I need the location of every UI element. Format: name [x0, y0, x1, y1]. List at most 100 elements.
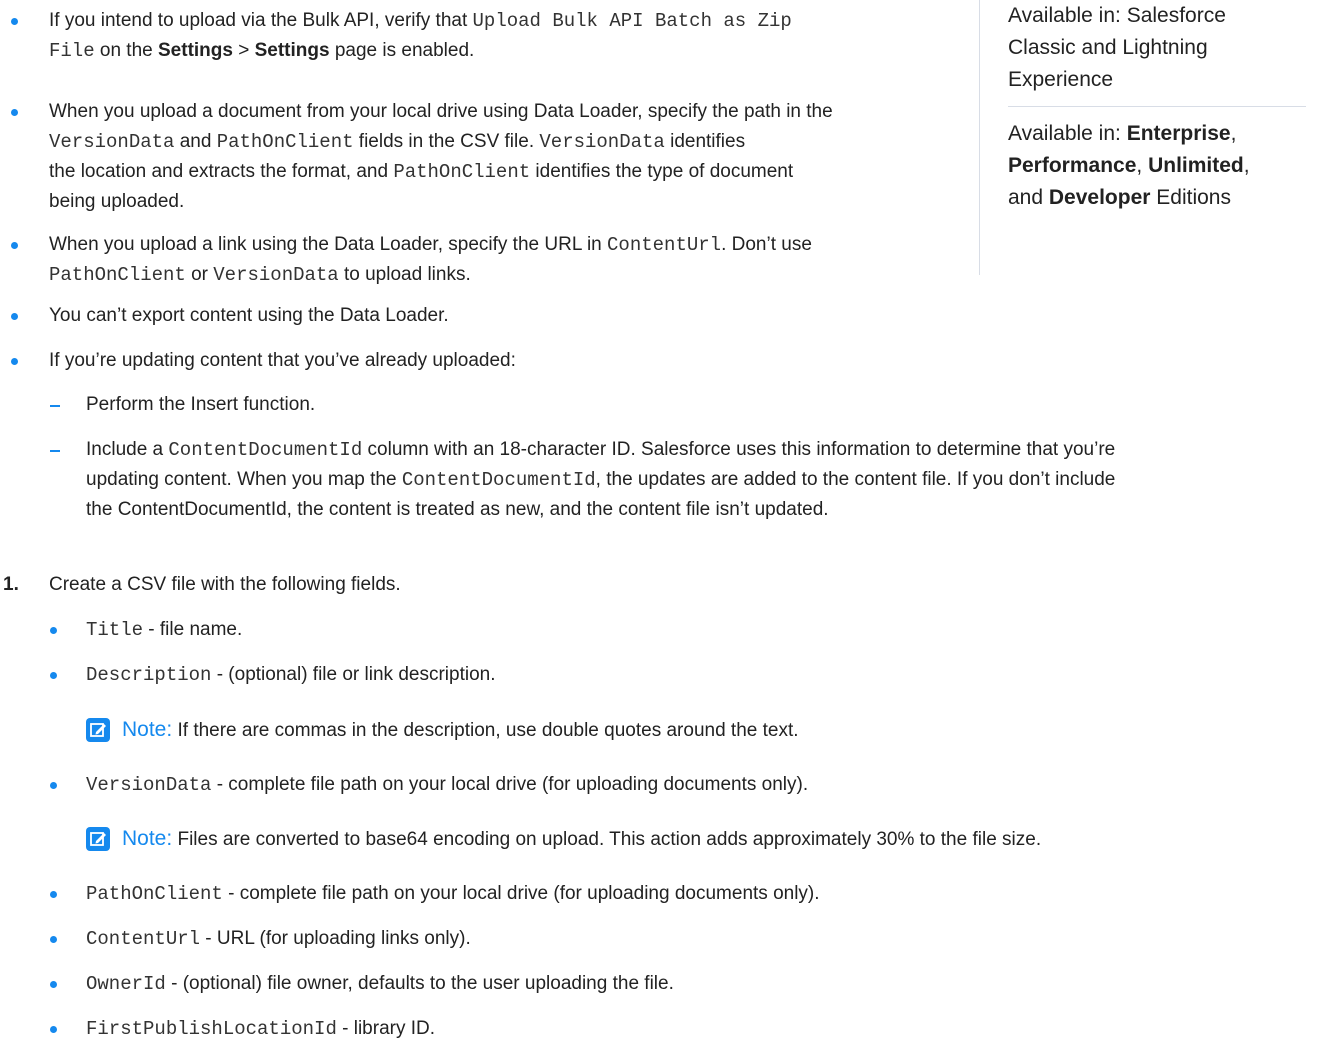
code-contentdocumentid: ContentDocumentId: [401, 469, 596, 491]
bullet-icon: [11, 109, 18, 116]
code-versiondata: VersionData: [539, 131, 665, 153]
sidebar-divider: [1008, 106, 1306, 107]
text: column with an 18-character ID. Salesfor…: [362, 439, 1116, 460]
code-setting-name: Upload Bulk API Batch as Zip: [472, 10, 792, 32]
text: fields in the CSV file.: [353, 131, 540, 152]
note-label: Note:: [122, 827, 173, 850]
text: identifies the type of document: [530, 161, 794, 182]
text: being uploaded.: [49, 191, 185, 212]
bullet-icon: [50, 981, 57, 988]
and-text: and: [1008, 186, 1049, 209]
code-field: Description: [86, 664, 212, 686]
settings-link-text: Settings: [158, 40, 233, 61]
text: page is enabled.: [329, 40, 475, 61]
text: updating content. When you map the: [86, 469, 402, 490]
bullet-icon: [50, 627, 57, 634]
dash-icon: [50, 450, 60, 452]
text: If you intend to upload via the Bulk API…: [49, 10, 473, 31]
bullet-icon: [11, 18, 18, 25]
edition-unlimited: Unlimited: [1148, 154, 1244, 177]
availability-experience: Available in: Salesforce Classic and Lig…: [1008, 0, 1298, 96]
text: . Don’t use: [721, 234, 812, 255]
field-item-ownerid: OwnerId - (optional) file owner, default…: [86, 969, 674, 999]
code-contenturl: ContentUrl: [607, 234, 722, 256]
field-item-firstpublishlocationid: FirstPublishLocationId - library ID.: [86, 1014, 435, 1044]
text: and: [174, 131, 217, 152]
dash-icon: [50, 405, 60, 407]
text: on the: [94, 40, 158, 61]
step-text: Create a CSV file with the following fie…: [49, 574, 401, 595]
list-item-upload-link: When you upload a link using the Data Lo…: [49, 230, 969, 290]
code-field: ContentUrl: [86, 928, 201, 950]
code-field: Title: [86, 619, 144, 641]
list-item-export: You can’t export content using the Data …: [49, 305, 449, 326]
edition-sidebar: Available in: Salesforce Classic and Lig…: [979, 0, 1307, 275]
field-item-pathonclient: PathOnClient - complete file path on you…: [86, 879, 820, 909]
edition-developer: Developer: [1048, 186, 1151, 209]
note-commas: Note: If there are commas in the descrip…: [122, 715, 799, 746]
editions-suffix: Editions: [1150, 186, 1231, 209]
field-description: - complete file path on your local drive…: [222, 883, 820, 904]
text: Include a: [86, 439, 169, 460]
note-text: Files are converted to base64 encoding o…: [172, 829, 1042, 850]
text: identifies: [664, 131, 746, 152]
note-label: Note:: [122, 718, 173, 741]
code-field: VersionData: [86, 774, 212, 796]
field-description: - file name.: [143, 619, 243, 640]
text: to upload links.: [338, 264, 471, 285]
edition-performance: Performance: [1008, 154, 1137, 177]
code-setting-name-cont: File: [49, 40, 95, 62]
code-field: PathOnClient: [86, 883, 223, 905]
field-item-versiondata: VersionData - complete file path on your…: [86, 770, 808, 800]
text: When you upload a document from your loc…: [49, 101, 833, 122]
text: , the updates are added to the content f…: [595, 469, 1116, 490]
comma: ,: [1136, 154, 1143, 177]
list-item-bulk-api: If you intend to upload via the Bulk API…: [49, 6, 969, 66]
bullet-icon: [11, 313, 18, 320]
code-versiondata: VersionData: [213, 264, 339, 286]
sub-item-content-document-id: Include a ContentDocumentId column with …: [86, 435, 1311, 525]
availability-editions: Available in: Enterprise, Performance, U…: [1008, 118, 1298, 214]
field-item-title: Title - file name.: [86, 615, 242, 645]
step-number: 1.: [3, 574, 19, 595]
sub-item-insert: Perform the Insert function.: [86, 394, 316, 415]
code-field: OwnerId: [86, 973, 166, 995]
code-pathonclient: PathOnClient: [393, 161, 531, 183]
availability-experience-text: Available in: Salesforce Classic and Lig…: [1008, 4, 1226, 91]
field-description: - library ID.: [336, 1018, 436, 1039]
note-text: If there are commas in the description, …: [172, 720, 799, 741]
field-description: - (optional) file owner, defaults to the…: [165, 973, 674, 994]
field-item-contenturl: ContentUrl - URL (for uploading links on…: [86, 924, 471, 954]
code-contentdocumentid: ContentDocumentId: [168, 439, 363, 461]
bullet-icon: [50, 782, 57, 789]
list-item-upload-document: When you upload a document from your loc…: [49, 97, 969, 217]
settings-link-text: Settings: [254, 40, 330, 61]
edition-enterprise: Enterprise: [1126, 122, 1231, 145]
text: or: [185, 264, 214, 285]
bullet-icon: [50, 936, 57, 943]
text: >: [232, 40, 255, 61]
field-description: - URL (for uploading links only).: [200, 928, 471, 949]
text: the location and extracts the format, an…: [49, 161, 394, 182]
note-base64: Note: Files are converted to base64 enco…: [122, 824, 1041, 855]
field-description: - (optional) file or link description.: [211, 664, 496, 685]
bullet-icon: [11, 358, 18, 365]
bullet-icon: [11, 242, 18, 249]
note-edit-icon: [86, 718, 110, 742]
note-edit-icon: [86, 827, 110, 851]
code-pathonclient: PathOnClient: [49, 264, 186, 286]
availability-prefix: Available in:: [1008, 122, 1127, 145]
list-item-updating: If you’re updating content that you’ve a…: [49, 350, 516, 371]
text: the ContentDocumentId, the content is tr…: [86, 499, 829, 520]
field-item-description: Description - (optional) file or link de…: [86, 660, 496, 690]
code-field: FirstPublishLocationId: [86, 1018, 337, 1040]
bullet-icon: [50, 891, 57, 898]
bullet-icon: [50, 672, 57, 679]
code-pathonclient: PathOnClient: [216, 131, 354, 153]
bullet-icon: [50, 1026, 57, 1033]
comma: ,: [1230, 122, 1237, 145]
field-description: - complete file path on your local drive…: [211, 774, 809, 795]
comma: ,: [1243, 154, 1250, 177]
code-versiondata: VersionData: [49, 131, 175, 153]
text: When you upload a link using the Data Lo…: [49, 234, 608, 255]
